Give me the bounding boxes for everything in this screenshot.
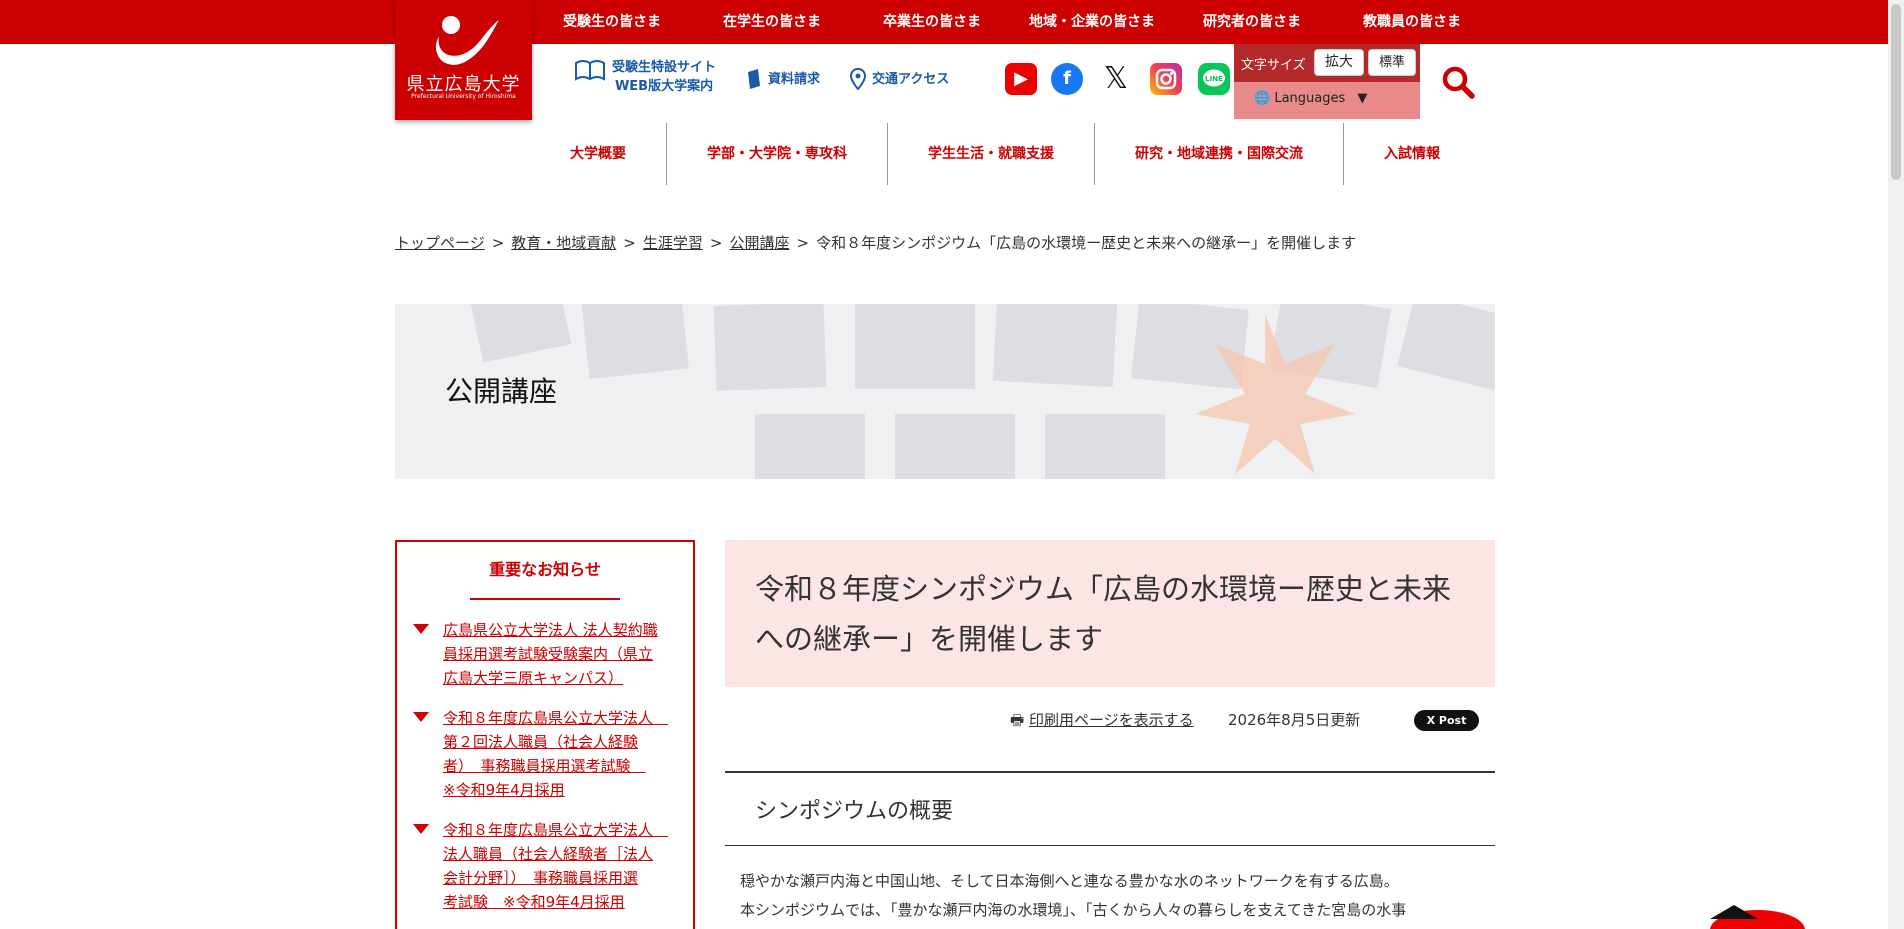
audience-nav: 受験生の皆さま 在学生の皆さま 卒業生の皆さま 地域・企業の皆さま 研究者の皆さ…: [532, 0, 1492, 44]
list-item: 広島県公立大学法人 法人契約職 員採用選考試験受験案内（県立 広島大学三原キャンパス…: [413, 618, 683, 690]
access-link[interactable]: 交通アクセス: [849, 67, 950, 94]
university-logo[interactable]: 県立広島大学 Prefectural University of Hiroshi…: [395, 0, 532, 120]
nav-researchers[interactable]: 研究者の皆さま: [1172, 0, 1332, 44]
list-item: 令和８年度広島県公立大学法人 第２回法人職員（社会人経験 者） 事務職員採用選考試…: [413, 706, 683, 802]
logo-mark-icon: [435, 16, 499, 65]
nav-students[interactable]: 在学生の皆さま: [692, 0, 852, 44]
nav-about[interactable]: 大学概要: [530, 123, 667, 185]
breadcrumb-top[interactable]: トップページ: [395, 234, 485, 252]
triangle-down-icon: [413, 712, 429, 722]
nav-faculties[interactable]: 学部・大学院・専攻科: [667, 123, 888, 185]
main-nav: 大学概要 学部・大学院・専攻科 学生生活・就職支援 研究・地域連携・国際交流 入…: [530, 123, 1480, 185]
search-icon[interactable]: [1440, 64, 1476, 104]
notices-title: 重要なお知らせ: [489, 560, 601, 579]
breadcrumb-lifelong[interactable]: 生涯学習: [643, 234, 703, 252]
booklet-icon: [746, 68, 762, 94]
nav-community[interactable]: 地域・企業の皆さま: [1012, 0, 1172, 44]
updated-date: 2026年8月5日更新: [1228, 711, 1361, 729]
access-label: 交通アクセス: [872, 72, 950, 87]
article-title: 令和８年度シンポジウム「広島の水環境ー歴史と未来 への継承ー」を開催します: [755, 572, 1452, 656]
list-item: 令和８年度広島県公立大学法人 法人職員（社会人経験者［法人 会計分野］） 事務職員…: [413, 818, 683, 914]
nav-admissions[interactable]: 入試情報: [1344, 123, 1480, 185]
triangle-down-icon: [413, 624, 429, 634]
logo-subtitle: Prefectural University of Hiroshima: [411, 93, 516, 100]
triangle-down-icon: [413, 824, 429, 834]
font-size-panel: 文字サイズ 拡大 標準 🌐 Languages ▼: [1234, 44, 1420, 119]
graduation-cap-icon: [1710, 905, 1758, 919]
languages-selector[interactable]: 🌐 Languages ▼: [1254, 91, 1367, 106]
web-guide-label: WEB版大学案内: [614, 79, 714, 94]
nav-student-life[interactable]: 学生生活・就職支援: [888, 123, 1095, 185]
facebook-icon[interactable]: f: [1051, 63, 1083, 95]
body-paragraph: 穏やかな瀬戸内海と中国山地、そして日本海側へと連なる豊かな水のネットワークを有す…: [740, 872, 1399, 890]
font-normal-button[interactable]: 標準: [1368, 49, 1416, 76]
breadcrumb-current: 令和８年度シンポジウム「広島の水環境ー歴史と未来への継承ー」を開催します: [816, 234, 1357, 252]
globe-icon: 🌐: [1254, 91, 1271, 106]
page-scrollbar[interactable]: [1888, 0, 1904, 929]
hero-pattern: [468, 304, 1495, 479]
print-label[interactable]: 印刷用ページを表示する: [1029, 711, 1194, 729]
notice-link[interactable]: 令和８年度広島県公立大学法人 法人職員（社会人経験者［法人 会計分野］） 事務職員…: [443, 818, 668, 914]
languages-label: Languages: [1274, 91, 1346, 106]
notice-link[interactable]: 令和８年度広島県公立大学法人 第２回法人職員（社会人経験 者） 事務職員採用選考試…: [443, 706, 668, 802]
page-hero: 公開講座: [395, 304, 1495, 479]
important-notices-box: 重要なお知らせ 広島県公立大学法人 法人契約職 員採用選考試験受験案内（県立 広島大…: [395, 540, 695, 929]
instagram-icon[interactable]: [1150, 63, 1182, 95]
article-header: 令和８年度シンポジウム「広島の水環境ー歴史と未来 への継承ー」を開催します: [725, 540, 1495, 687]
caret-down-icon: ▼: [1357, 91, 1368, 106]
scrollbar-thumb[interactable]: [1891, 4, 1901, 180]
body-paragraph: 本シンポジウムでは、「豊かな瀬戸内海の水環境」、「古くから人々の暮らしを支えてき…: [740, 901, 1407, 919]
breadcrumb-lectures[interactable]: 公開講座: [729, 234, 789, 252]
youtube-icon[interactable]: ▶: [1005, 63, 1037, 95]
font-enlarge-button[interactable]: 拡大: [1314, 49, 1364, 76]
section-heading-text: シンポジウムの概要: [755, 799, 954, 824]
request-materials-link[interactable]: 資料請求: [746, 68, 820, 94]
svg-text:LINE: LINE: [1205, 75, 1223, 83]
nav-staff[interactable]: 教職員の皆さま: [1332, 0, 1492, 44]
breadcrumb: トップページ > 教育・地域貢献 > 生涯学習 > 公開講座 > 令和８年度シンポジウム「広島の…: [395, 234, 1357, 252]
print-page-link[interactable]: 🖶 印刷用ページを表示する: [1010, 709, 1194, 735]
map-pin-icon: [849, 67, 867, 94]
nav-alumni[interactable]: 卒業生の皆さま: [852, 0, 1012, 44]
nav-applicants[interactable]: 受験生の皆さま: [532, 0, 692, 44]
section-heading: シンポジウムの概要: [725, 771, 1495, 846]
printer-icon: 🖶: [1010, 711, 1025, 729]
request-label: 資料請求: [768, 72, 821, 87]
breadcrumb-education[interactable]: 教育・地域貢献: [511, 234, 616, 252]
exam-site-label: 受験生特設サイト: [612, 60, 717, 75]
line-icon[interactable]: LINE: [1198, 63, 1230, 95]
open-book-icon: [574, 58, 606, 86]
font-size-label: 文字サイズ: [1241, 58, 1306, 73]
nav-research[interactable]: 研究・地域連携・国際交流: [1095, 123, 1344, 185]
x-post-button[interactable]: X Post: [1414, 710, 1479, 731]
x-icon[interactable]: 𝕏: [1100, 63, 1132, 95]
exam-site-link[interactable]: 受験生特設サイト WEB版大学案内: [574, 58, 716, 96]
notice-link[interactable]: 広島県公立大学法人 法人契約職 員採用選考試験受験案内（県立 広島大学三原キャンパス…: [443, 618, 658, 690]
page-title: 公開講座: [445, 375, 558, 408]
